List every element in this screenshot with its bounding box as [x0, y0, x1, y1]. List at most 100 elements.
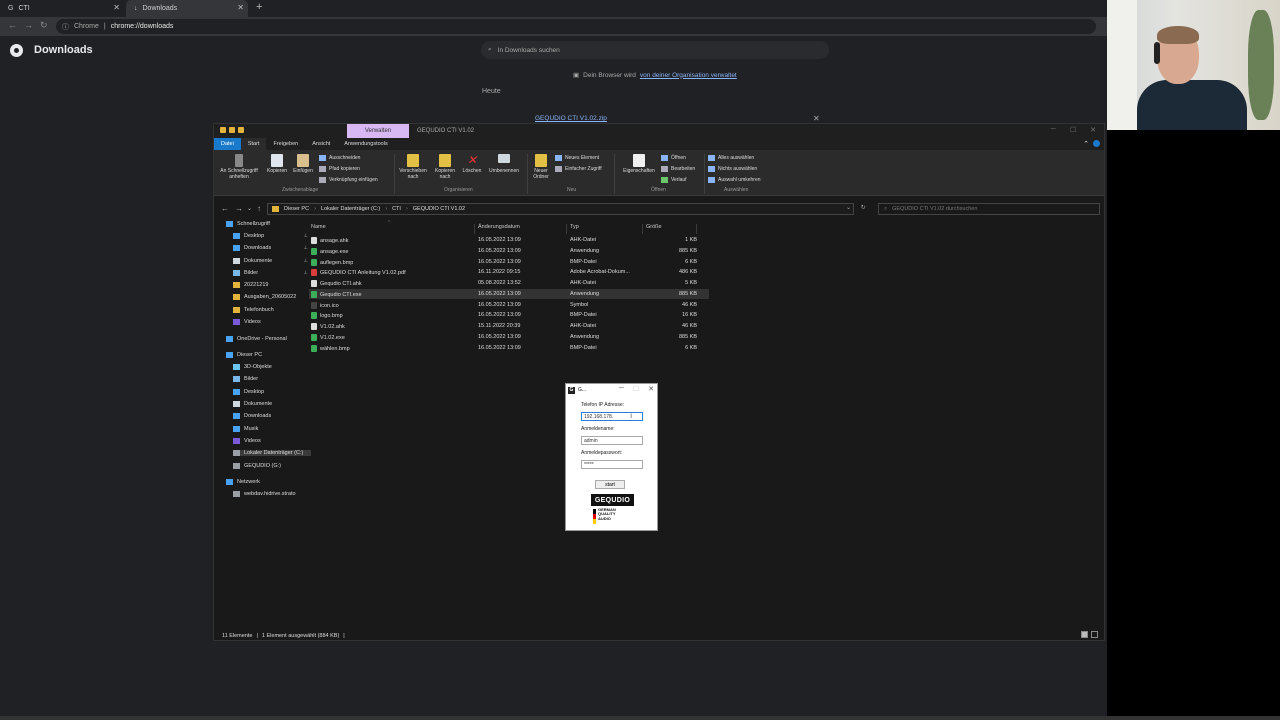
breadcrumb-cti[interactable]: CTI: [392, 206, 401, 212]
sidebar-item[interactable]: Telefonbuch: [233, 307, 311, 313]
sidebar-item[interactable]: Videos: [233, 438, 311, 444]
new-item-button[interactable]: Neues Element: [555, 155, 599, 161]
tab-downloads[interactable]: ↓ Downloads ✕: [126, 0, 248, 17]
pin-quick-access-button[interactable]: An Schnellzugriff anheften: [218, 154, 260, 181]
up-icon[interactable]: ↑: [257, 204, 261, 213]
copy-to-button[interactable]: Kopieren nach: [430, 154, 460, 181]
sidebar-item[interactable]: Downloads: [233, 413, 311, 419]
new-folder-button[interactable]: Neuer Ordner: [530, 154, 552, 181]
column-size[interactable]: Größe: [646, 224, 662, 230]
sidebar-item[interactable]: Desktop: [233, 389, 311, 395]
file-row[interactable]: auflegen.bmp 16.05.2022 13:09 BMP-Datei 6 K…: [309, 257, 709, 268]
ip-input[interactable]: 192.168.178. I: [581, 412, 643, 421]
path-dropdown-icon[interactable]: ⌄: [846, 205, 851, 211]
tiles-view-icon[interactable]: [1091, 631, 1098, 638]
file-row[interactable]: GEQUDIO CTI Anleitung V1.02.pdf 16.11.202…: [309, 267, 709, 278]
reload-icon[interactable]: ↻: [40, 20, 48, 31]
ribbon-tab-apptools[interactable]: Anwendungstools: [337, 138, 394, 150]
start-button[interactable]: start: [595, 480, 625, 489]
properties-button[interactable]: Eigenschaften: [618, 154, 660, 175]
quick-access-toolbar[interactable]: [220, 127, 244, 133]
copy-path-button[interactable]: Pfad kopieren: [319, 166, 360, 172]
breadcrumb-this-pc[interactable]: Dieser PC: [284, 206, 309, 212]
history-button[interactable]: Verlauf: [661, 177, 687, 183]
minimize-icon[interactable]: ─: [1051, 126, 1056, 134]
back-icon[interactable]: ←: [8, 20, 17, 30]
open-button[interactable]: Öffnen: [661, 155, 686, 161]
folder-search-input[interactable]: ⌕ GEQUDIO CTI V1.02 durchsuchen: [878, 203, 1100, 215]
file-row[interactable]: Gequdio CTI.exe 16.05.2022 13:09 Anwendung…: [309, 288, 709, 300]
context-tab-manage[interactable]: Verwalten: [347, 124, 409, 138]
tab-cti[interactable]: G CTI ✕: [0, 0, 124, 17]
sidebar-item[interactable]: Schnellzugriff: [226, 221, 304, 227]
sidebar-item[interactable]: Lokaler Datenträger (C:): [233, 450, 311, 456]
cut-button[interactable]: Ausschneiden: [319, 155, 360, 161]
select-none-button[interactable]: Nichts auswählen: [708, 166, 757, 172]
sidebar-item[interactable]: OneDrive - Personal: [226, 336, 304, 342]
breadcrumb-drive-c[interactable]: Lokaler Datenträger (C:): [321, 206, 380, 212]
username-input[interactable]: admin: [581, 436, 643, 445]
sidebar-item[interactable]: Bilder: [233, 376, 311, 382]
download-file-link[interactable]: GEQUDIO CTI V1.02.zip: [535, 115, 607, 122]
delete-button[interactable]: ✕ Löschen: [461, 154, 483, 175]
tab-cti-close-icon[interactable]: ✕: [113, 3, 120, 12]
sidebar-item[interactable]: webdav.hidrive.strato: [233, 491, 311, 497]
paste-shortcut-button[interactable]: Verknüpfung einfügen: [319, 177, 378, 183]
rename-button[interactable]: Umbenennen: [485, 154, 523, 175]
paste-button[interactable]: Einfügen: [291, 154, 315, 175]
dialog-minimize-icon[interactable]: ─: [619, 385, 624, 393]
move-to-button[interactable]: Verschieben nach: [398, 154, 428, 181]
recent-dropdown-icon[interactable]: ⌄: [247, 205, 252, 212]
sidebar-item[interactable]: GEQUDIO (G:): [233, 463, 311, 469]
invert-selection-button[interactable]: Auswahl umkehren: [708, 177, 761, 183]
managed-link[interactable]: von deiner Organisation verwaltet: [640, 72, 737, 79]
omnibox[interactable]: ⓘ Chrome | chrome://downloads: [56, 19, 1096, 34]
close-icon[interactable]: ✕: [1090, 126, 1096, 134]
sidebar-item[interactable]: Bilder ⊥: [233, 270, 311, 276]
help-icon[interactable]: [1093, 140, 1100, 147]
sidebar-item[interactable]: Dieser PC: [226, 352, 304, 358]
tab-downloads-close-icon[interactable]: ✕: [237, 3, 244, 12]
file-row[interactable]: ansage.exe 16.05.2022 13:09 Anwendung 885 K…: [309, 246, 709, 257]
column-name[interactable]: Name: [311, 224, 326, 230]
ribbon-tab-share[interactable]: Freigeben: [266, 138, 305, 150]
breadcrumb[interactable]: Dieser PC › Lokaler Datenträger (C:) › CTI…: [267, 203, 854, 215]
sidebar-item[interactable]: 3D-Objekte: [233, 364, 311, 370]
maximize-icon[interactable]: ☐: [1070, 126, 1076, 134]
collapse-ribbon-icon[interactable]: ⌃: [1083, 140, 1089, 148]
sidebar-item[interactable]: Dokumente: [233, 401, 311, 407]
file-row[interactable]: icon.ico 16.05.2022 13:09 Symbol 46 KB: [309, 300, 709, 311]
back-nav-icon[interactable]: ←: [221, 204, 229, 213]
downloads-search-input[interactable]: ⌕ In Downloads suchen: [481, 41, 829, 59]
breadcrumb-current[interactable]: GEQUDIO CTI V1.02: [413, 206, 465, 212]
file-row[interactable]: wählen.bmp 16.05.2022 13:09 BMP-Datei 6 KB: [309, 343, 709, 354]
new-tab-button[interactable]: +: [256, 1, 262, 13]
select-all-button[interactable]: Alles auswählen: [708, 155, 754, 161]
sidebar-item[interactable]: Ausgaben_20605022: [233, 294, 311, 300]
file-row[interactable]: Gequdio CTI.ahk 05.08.2022 13:52 AHK-Datei…: [309, 278, 709, 289]
details-view-icon[interactable]: [1081, 631, 1088, 638]
dialog-close-icon[interactable]: ✕: [648, 385, 654, 393]
sidebar-item[interactable]: Videos: [233, 319, 311, 325]
refresh-icon[interactable]: ↻: [861, 205, 866, 211]
forward-nav-icon[interactable]: →: [235, 204, 243, 213]
copy-button[interactable]: Kopieren: [265, 154, 289, 175]
sidebar-item[interactable]: Dokumente ⊥: [233, 258, 311, 264]
edit-button[interactable]: Bearbeiten: [661, 166, 695, 172]
sidebar-item[interactable]: Netzwerk: [226, 479, 304, 485]
easy-access-button[interactable]: Einfacher Zugriff: [555, 166, 602, 172]
sidebar-item[interactable]: Downloads ⊥: [233, 245, 311, 251]
ribbon-tab-view[interactable]: Ansicht: [305, 138, 337, 150]
ribbon-tab-start[interactable]: Start: [240, 138, 267, 150]
file-row[interactable]: logo.bmp 16.05.2022 13:09 BMP-Datei 16 KB: [309, 310, 709, 321]
ribbon-tab-file[interactable]: Datei: [214, 138, 241, 150]
column-type[interactable]: Typ: [570, 224, 579, 230]
sidebar-item[interactable]: 20221219: [233, 282, 311, 288]
forward-icon[interactable]: →: [24, 20, 33, 30]
file-row[interactable]: ansage.ahk 16.05.2022 13:09 AHK-Datei 1 KB: [309, 235, 709, 246]
file-row[interactable]: V1.02.exe 16.05.2022 13:09 Anwendung 885 KB: [309, 332, 709, 343]
sidebar-item[interactable]: Musik: [233, 426, 311, 432]
sidebar-item[interactable]: Desktop ⊥: [233, 233, 311, 239]
password-input[interactable]: *****: [581, 460, 643, 469]
remove-download-icon[interactable]: ✕: [813, 114, 820, 123]
